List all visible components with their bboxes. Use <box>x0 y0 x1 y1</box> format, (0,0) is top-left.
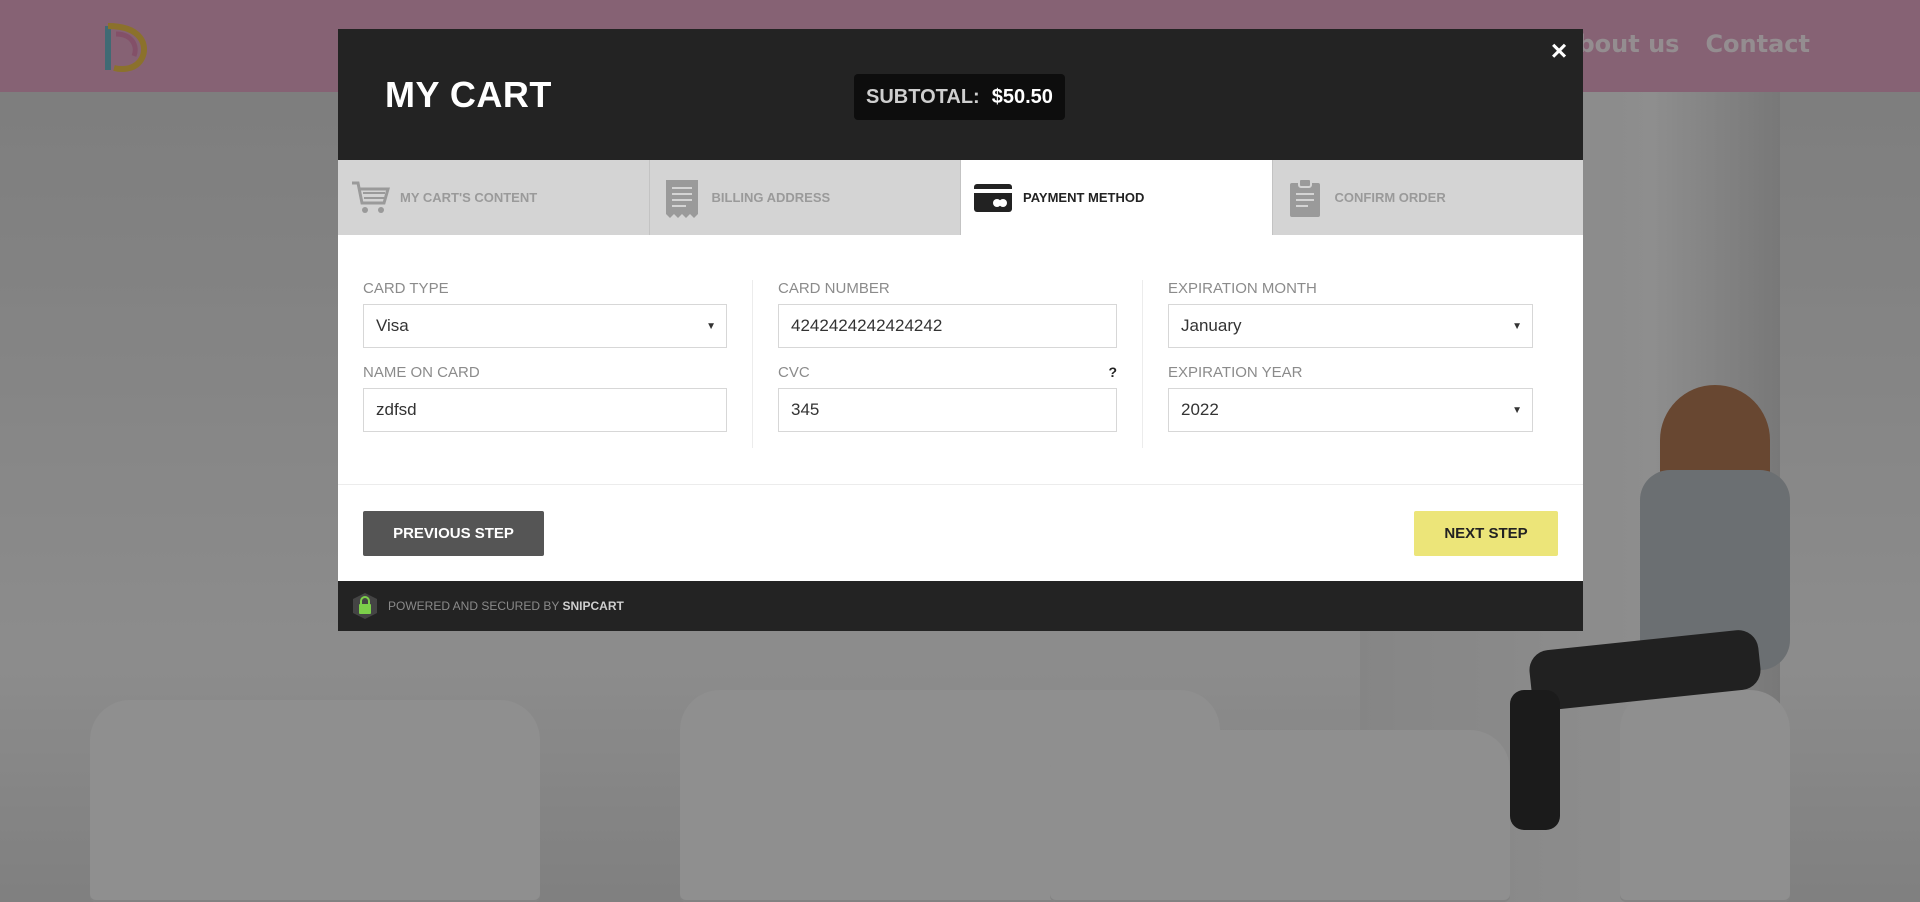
step-label: PAYMENT METHOD <box>1023 190 1145 205</box>
payment-form: CARD TYPE Visa ▼ NAME ON CARD zdfsd CARD… <box>338 235 1583 485</box>
step-billing-address[interactable]: BILLING ADDRESS <box>650 160 961 235</box>
card-type-field: CARD TYPE Visa ▼ <box>363 280 727 348</box>
modal-title: MY CART <box>385 74 552 115</box>
cvc-help-icon[interactable]: ? <box>1108 364 1117 381</box>
name-on-card-value: zdfsd <box>376 400 417 419</box>
expiration-month-field: EXPIRATION MONTH January ▼ <box>1168 280 1533 348</box>
card-number-label: CARD NUMBER <box>778 280 890 297</box>
card-number-value: 4242424242424242 <box>791 316 943 335</box>
form-column: CARD NUMBER 4242424242424242 CVC ? 345 <box>753 280 1143 448</box>
step-label: MY CART'S CONTENT <box>400 190 538 205</box>
modal-footer: POWERED AND SECURED BY SNIPCART <box>338 581 1583 631</box>
next-step-button[interactable]: NEXT STEP <box>1414 511 1558 556</box>
subtotal-badge: SUBTOTAL: $50.50 <box>854 74 1065 120</box>
expiration-year-select[interactable]: 2022 ▼ <box>1168 388 1533 432</box>
name-on-card-label: NAME ON CARD <box>363 364 480 381</box>
chevron-down-icon: ▼ <box>1512 405 1522 416</box>
lock-icon <box>353 593 377 619</box>
snipcart-link[interactable]: SNIPCART <box>563 599 624 613</box>
expiration-month-value: January <box>1181 316 1242 335</box>
step-label: BILLING ADDRESS <box>711 190 831 205</box>
name-on-card-input[interactable]: zdfsd <box>363 388 727 432</box>
name-on-card-field: NAME ON CARD zdfsd <box>363 364 727 432</box>
form-column: EXPIRATION MONTH January ▼ EXPIRATION YE… <box>1143 280 1533 448</box>
chevron-down-icon: ▼ <box>1512 321 1522 332</box>
expiration-year-field: EXPIRATION YEAR 2022 ▼ <box>1168 364 1533 432</box>
checkout-steps: MY CART'S CONTENT BILLING ADDRESS PAYMEN… <box>338 160 1583 235</box>
expiration-year-label: EXPIRATION YEAR <box>1168 364 1303 381</box>
expiration-month-label: EXPIRATION MONTH <box>1168 280 1317 297</box>
form-actions: PREVIOUS STEP NEXT STEP <box>338 485 1583 581</box>
cvc-value: 345 <box>791 400 820 419</box>
step-label: CONFIRM ORDER <box>1334 190 1446 205</box>
cart-icon <box>350 178 390 218</box>
card-number-field: CARD NUMBER 4242424242424242 <box>778 280 1117 348</box>
cvc-input[interactable]: 345 <box>778 388 1117 432</box>
chevron-down-icon: ▼ <box>706 321 716 332</box>
step-cart-content[interactable]: MY CART'S CONTENT <box>338 160 650 235</box>
cvc-label: CVC <box>778 364 810 381</box>
card-type-label: CARD TYPE <box>363 280 449 297</box>
expiration-year-value: 2022 <box>1181 400 1219 419</box>
previous-step-button[interactable]: PREVIOUS STEP <box>363 511 544 556</box>
subtotal-label: SUBTOTAL: <box>866 85 980 108</box>
step-confirm-order[interactable]: CONFIRM ORDER <box>1273 160 1584 235</box>
card-number-input[interactable]: 4242424242424242 <box>778 304 1117 348</box>
clipboard-icon <box>1285 177 1325 218</box>
expiration-month-select[interactable]: January ▼ <box>1168 304 1533 348</box>
cvc-field: CVC ? 345 <box>778 364 1117 432</box>
powered-by-label: POWERED AND SECURED BY <box>388 599 560 613</box>
close-icon[interactable]: × <box>1547 37 1571 65</box>
modal-header: MY CART SUBTOTAL: $50.50 × <box>338 29 1583 160</box>
card-type-select[interactable]: Visa ▼ <box>363 304 727 348</box>
powered-by-text: POWERED AND SECURED BY SNIPCART <box>388 599 624 613</box>
credit-card-icon <box>973 178 1013 218</box>
cart-modal: MY CART SUBTOTAL: $50.50 × MY CART'S CON… <box>338 29 1583 631</box>
receipt-icon <box>662 178 702 218</box>
step-payment-method[interactable]: PAYMENT METHOD <box>961 160 1273 235</box>
card-type-value: Visa <box>376 316 409 335</box>
subtotal-value: $50.50 <box>991 85 1053 108</box>
form-column: CARD TYPE Visa ▼ NAME ON CARD zdfsd <box>363 280 753 448</box>
